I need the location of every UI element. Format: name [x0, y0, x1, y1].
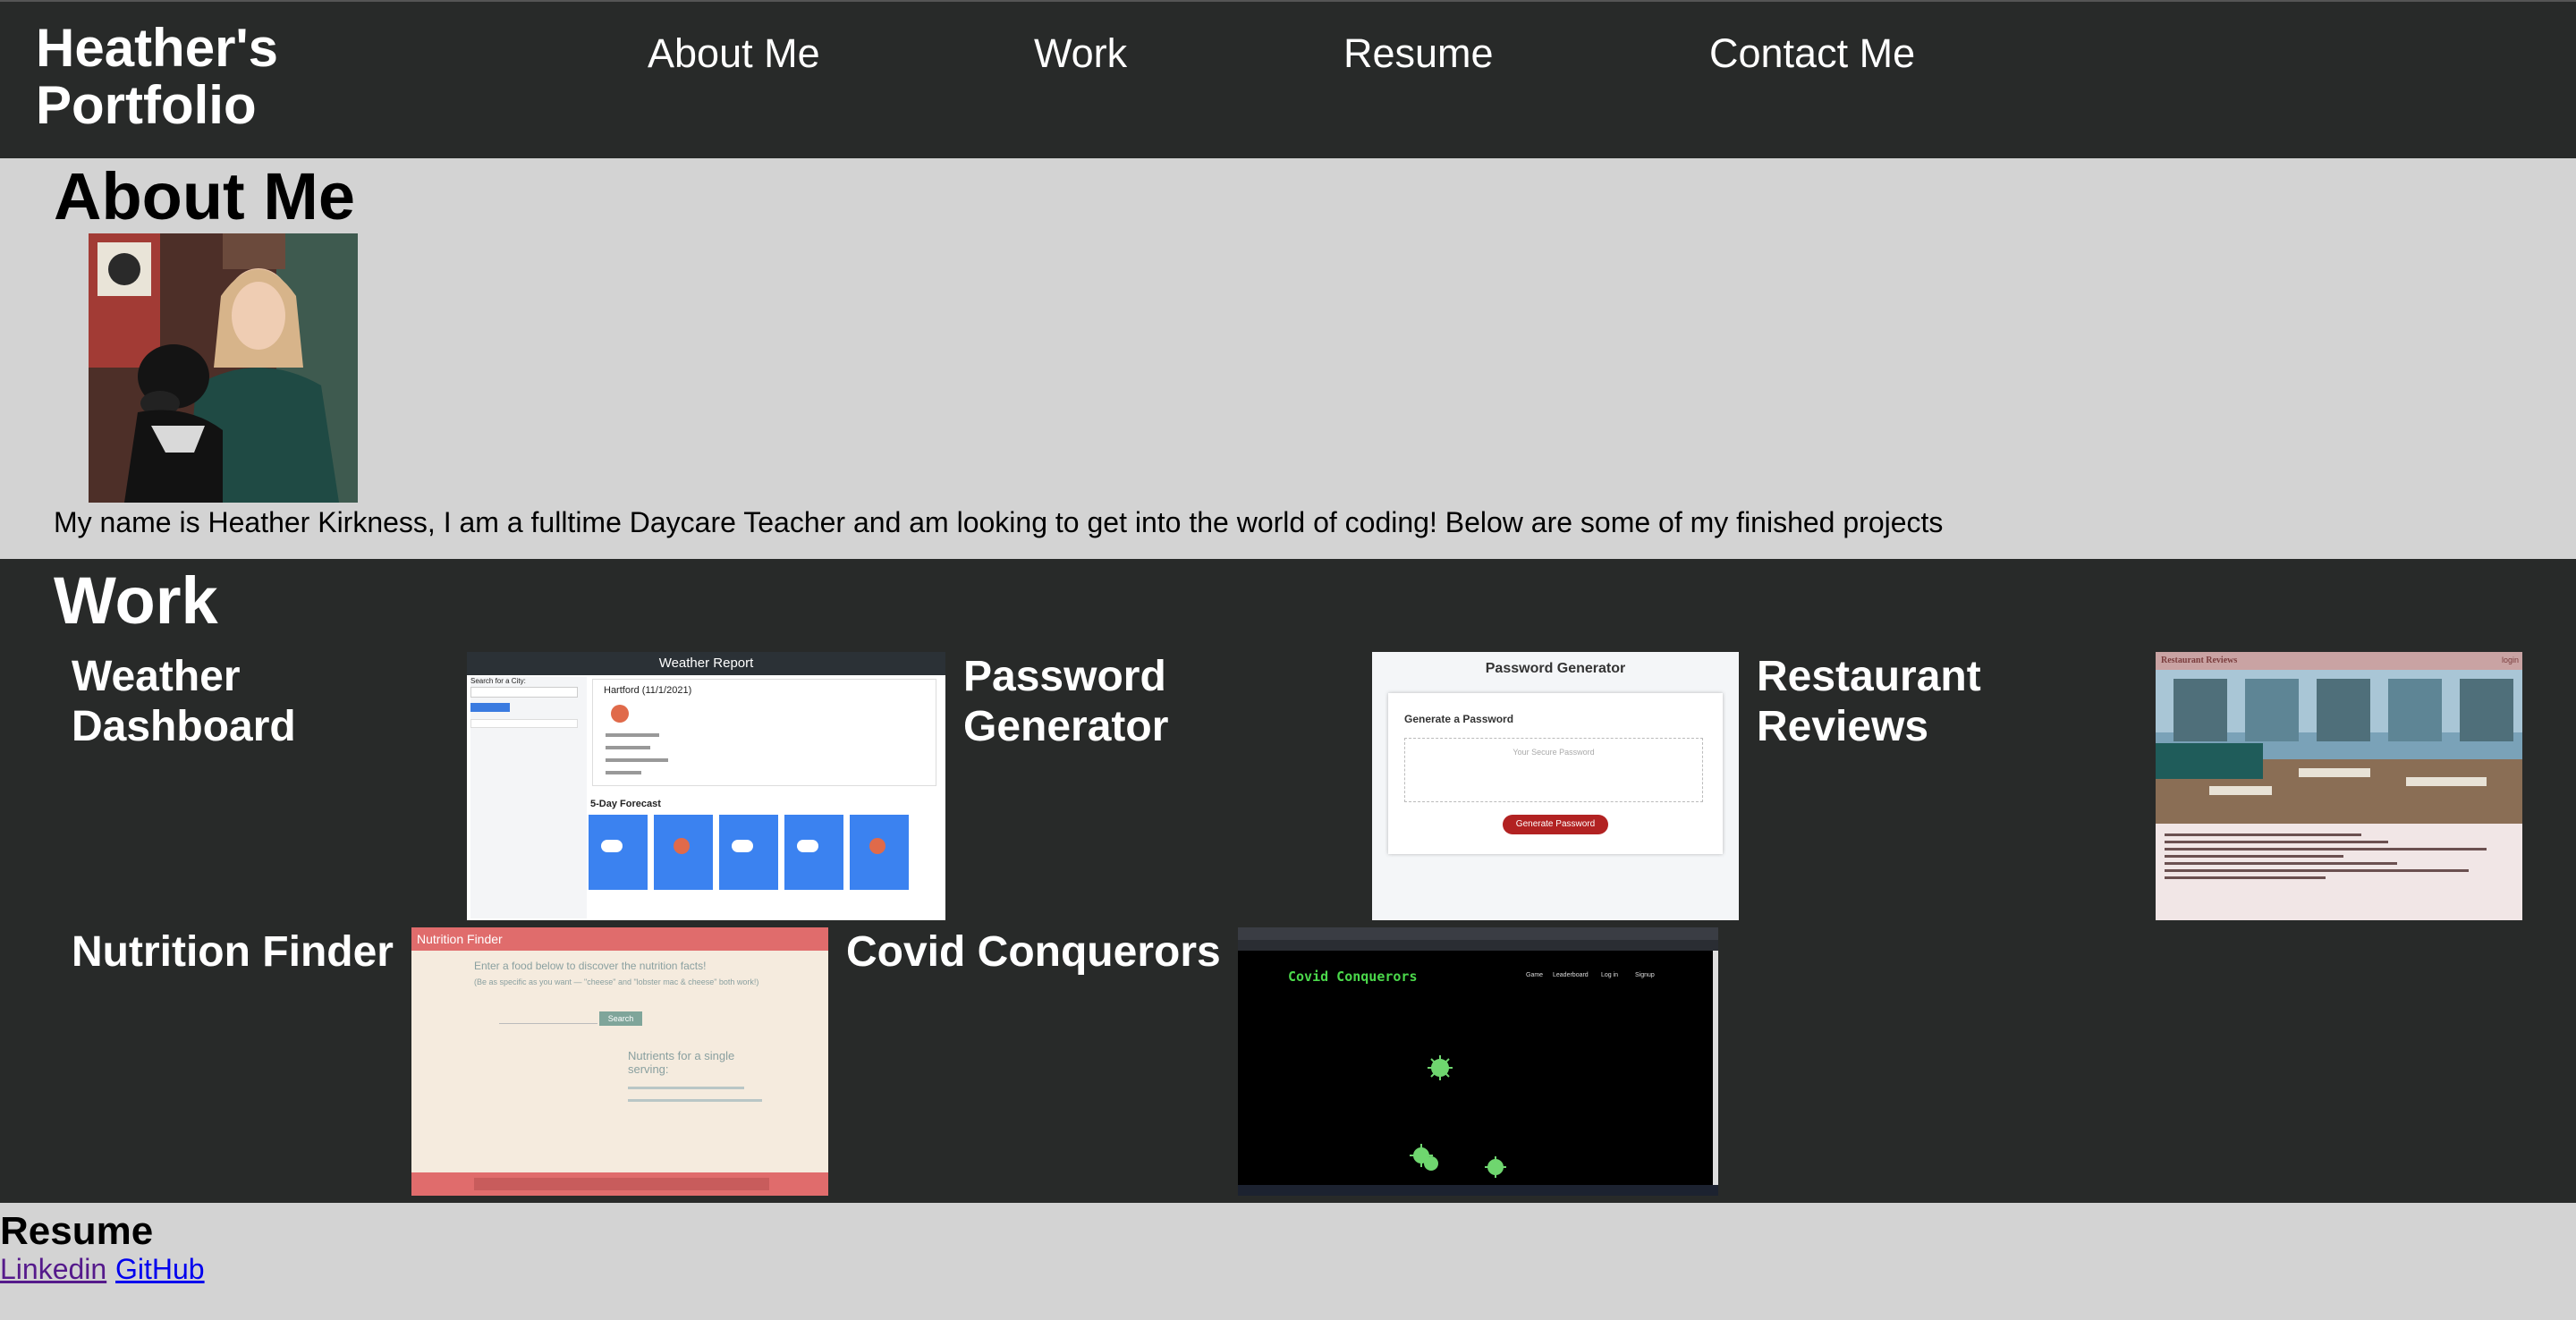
project-title-restaurant-reviews: Restaurant Reviews [1757, 653, 1981, 750]
thumb-search-button: Search [599, 1011, 642, 1026]
thumb-search-box [470, 687, 578, 698]
project-title-covid-conquerors: Covid Conquerors [846, 928, 1221, 976]
project-thumbnail-nutrition-finder[interactable]: Nutrition Finder Enter a food below to d… [411, 927, 828, 1196]
project-title-nutrition-finder: Nutrition Finder [72, 928, 394, 976]
virus-icon [1410, 1055, 1506, 1178]
about-heading: About Me [54, 159, 356, 233]
about-bio: My name is Heather Kirkness, I am a full… [54, 506, 1944, 538]
site-title: Heather's Portfolio [36, 18, 279, 135]
resume-section: Resume Linkedin GitHub [0, 1203, 2576, 1320]
thumb-hint: (Be as specific as you want — "cheese" a… [474, 977, 759, 986]
thumb-review-list [2165, 829, 2513, 884]
project-thumbnail-weather-dashboard[interactable]: Weather Report Search for a City: Hartfo… [467, 652, 945, 920]
thumb-header: Weather Report [467, 652, 945, 675]
thumb-footer [411, 1172, 828, 1196]
thumb-result-title: Nutrients for a single serving: [628, 1049, 735, 1076]
github-link[interactable]: GitHub [115, 1249, 205, 1289]
linkedin-link[interactable]: Linkedin [0, 1249, 106, 1289]
project-title-weather-dashboard: Weather Dashboard [72, 653, 296, 750]
work-section: Work Weather Dashboard Weather Report Se… [0, 559, 2576, 1203]
thumb-clear-button [470, 703, 510, 712]
thumb-header: Password Generator [1485, 661, 1626, 676]
nav-link-about-me[interactable]: About Me [648, 29, 820, 79]
sun-icon [611, 705, 629, 723]
about-section: About Me My name is Heather Kirkness, I … [0, 158, 2576, 559]
project-title-password-generator: Password Generator [963, 653, 1169, 750]
thumb-city: Hartford (11/1/2021) [604, 685, 692, 696]
nav-link-work[interactable]: Work [1034, 29, 1127, 79]
thumb-password-box: Your Secure Password [1404, 738, 1703, 802]
thumb-history-item [470, 719, 578, 728]
nav-link-contact-me[interactable]: Contact Me [1709, 29, 1915, 79]
thumb-subheader: Generate a Password [1404, 713, 1514, 725]
thumb-forecast-row [589, 815, 942, 890]
thumb-sidebar: Search for a City: [470, 677, 587, 918]
nav-link-resume[interactable]: Resume [1343, 29, 1494, 79]
thumb-food-input [499, 1013, 597, 1024]
thumb-generate-button: Generate Password [1503, 815, 1608, 834]
thumb-header: Nutrition Finder [411, 927, 828, 951]
site-header: Heather's Portfolio About Me Work Resume… [0, 0, 2576, 158]
thumb-scrollbar [1713, 951, 1718, 1185]
project-thumbnail-covid-conquerors[interactable]: Covid Conquerors Game Leaderboard Log in… [1238, 927, 1718, 1196]
thumb-login: login [2501, 656, 2519, 664]
thumb-header: Restaurant Reviews [2161, 656, 2238, 665]
thumb-restaurant-image [2156, 670, 2522, 824]
project-thumbnail-password-generator[interactable]: Password Generator Generate a Password Y… [1372, 652, 1739, 920]
thumb-search-label: Search for a City: [470, 677, 526, 685]
thumb-taskbar [1238, 1185, 1718, 1196]
work-heading: Work [54, 563, 218, 638]
thumb-current-card: Hartford (11/1/2021) [592, 679, 936, 786]
project-thumbnail-restaurant-reviews[interactable]: Restaurant Reviews login [2156, 652, 2522, 920]
thumb-forecast-label: 5-Day Forecast [590, 799, 661, 809]
thumb-prompt: Enter a food below to discover the nutri… [474, 960, 707, 972]
profile-photo [89, 233, 358, 503]
thumb-card: Generate a Password Your Secure Password… [1388, 693, 1723, 854]
